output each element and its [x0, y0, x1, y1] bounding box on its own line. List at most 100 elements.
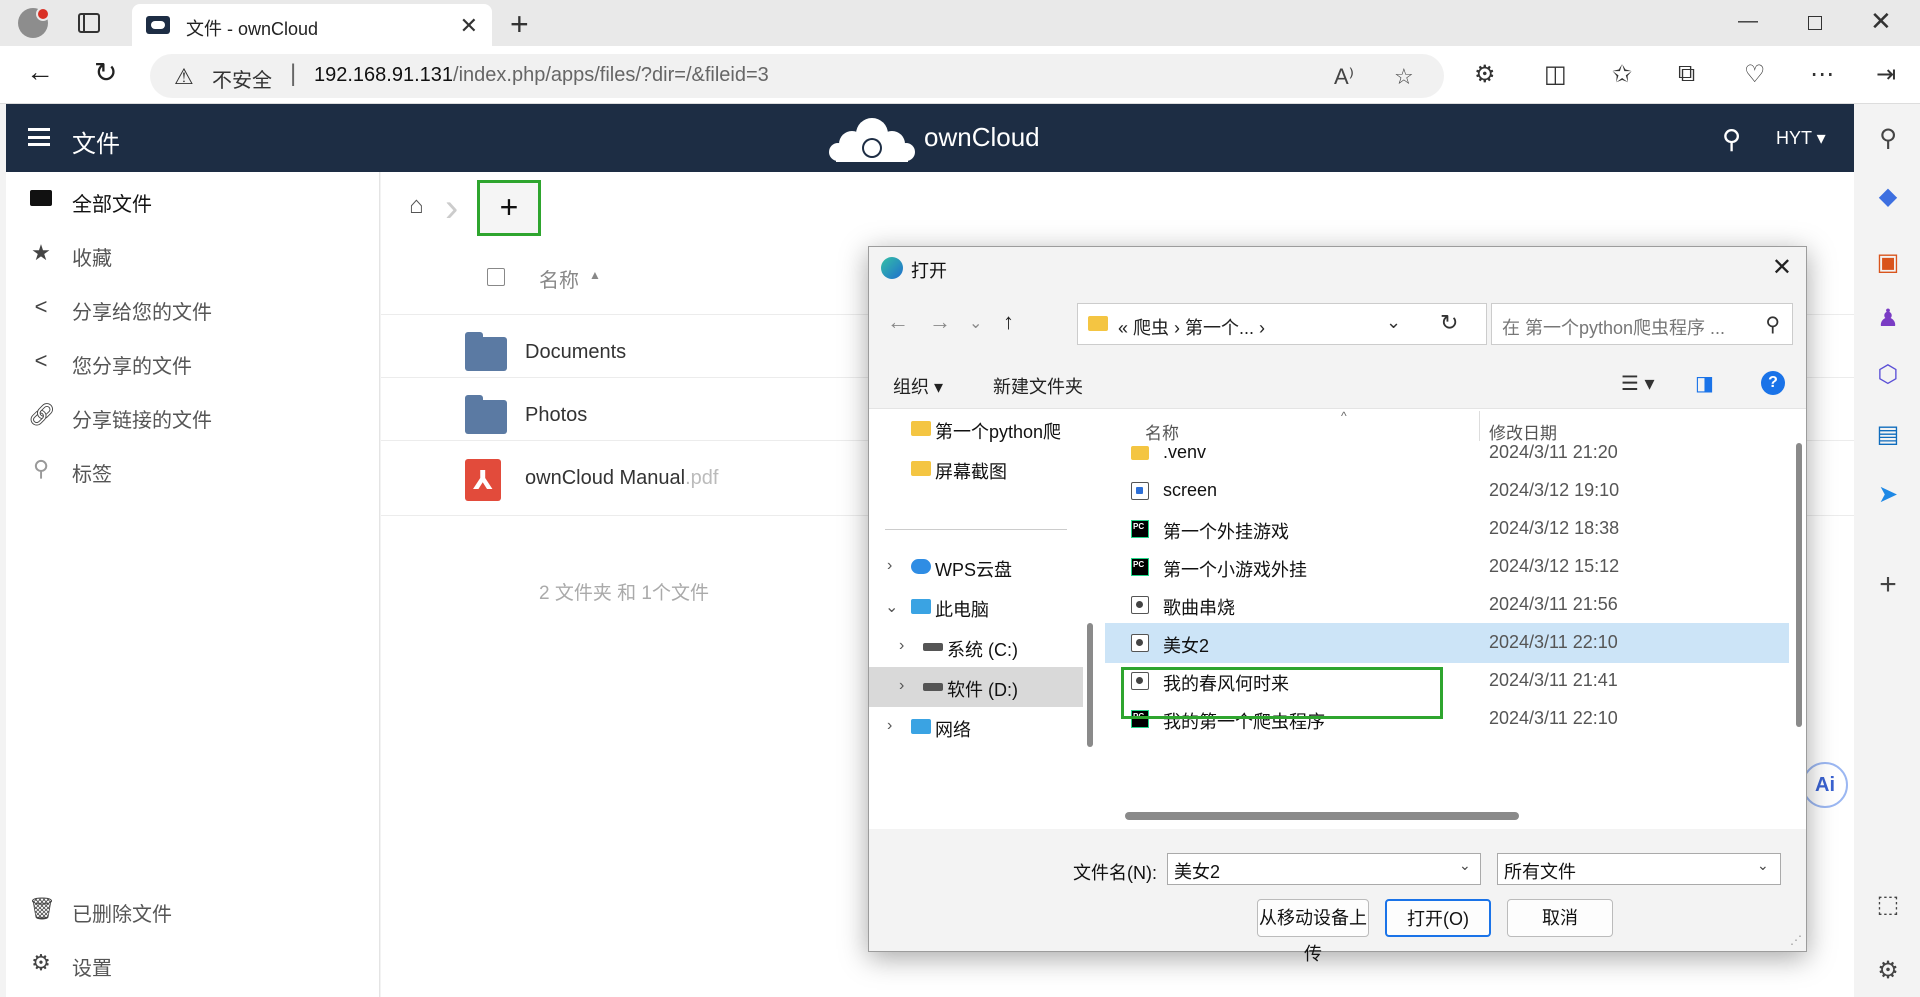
search-icon[interactable]: ⚲ [1874, 124, 1902, 153]
sidebar-toggle-icon[interactable]: ⇥ [1876, 60, 1896, 89]
tab-close-icon[interactable]: ✕ [460, 13, 478, 39]
address-bar[interactable]: ⚠ 不安全 | 192.168.91.131/index.php/apps/fi… [150, 54, 1444, 98]
read-aloud-icon[interactable]: A⁾ [1334, 64, 1354, 90]
help-icon[interactable]: ? [1761, 371, 1785, 395]
add-icon[interactable]: + [1874, 568, 1902, 602]
hamburger-menu-icon[interactable] [28, 128, 50, 146]
owncloud-logo-icon[interactable] [826, 114, 918, 164]
forward-arrow-icon[interactable]: → [929, 309, 951, 335]
tree-item[interactable]: 第一个python爬 [869, 409, 1083, 449]
window-close-button[interactable]: ✕ [1870, 6, 1892, 37]
chevron-right-icon[interactable]: › [887, 557, 892, 575]
warning-icon[interactable]: ⚠ [174, 64, 194, 90]
chevron-down-icon[interactable]: ⌄ [1757, 857, 1769, 874]
filetype-select[interactable]: 所有文件 [1497, 853, 1781, 885]
resize-grip-icon[interactable]: ⋰ [1790, 933, 1802, 947]
refresh-icon[interactable]: ↻ [1440, 310, 1458, 336]
shopping-tag-icon[interactable]: ◆ [1874, 182, 1902, 211]
sidebar-item-favorites[interactable]: ★ 收藏 [6, 226, 380, 280]
sidebar-item-all-files[interactable]: 全部文件 [6, 172, 380, 226]
file-name[interactable]: Photos [525, 404, 587, 427]
copilot-icon[interactable]: ⬡ [1874, 360, 1902, 389]
up-arrow-icon[interactable]: ↑ [1003, 309, 1014, 335]
chevron-down-icon[interactable]: ⌄ [885, 597, 898, 617]
url-text[interactable]: 192.168.91.131/index.php/apps/files/?dir… [314, 64, 769, 87]
file-name[interactable]: Documents [525, 341, 626, 364]
dialog-close-button[interactable]: ✕ [1772, 253, 1792, 282]
file-list-item[interactable]: 歌曲串烧 2024/3/11 21:56 [1105, 585, 1789, 625]
sidebar-item-settings[interactable]: ⚙ 设置 [6, 936, 380, 990]
filename-input[interactable]: 美女2 [1167, 853, 1481, 885]
back-arrow-icon[interactable]: ← [26, 56, 54, 88]
chevron-down-icon[interactable]: ⌄ [1386, 312, 1401, 333]
new-file-button[interactable]: + [477, 180, 541, 236]
dialog-search-input[interactable]: 在 第一个python爬虫程序 ... ⚲ [1491, 303, 1793, 345]
tree-item[interactable]: ⌄ 此电脑 [869, 587, 1083, 627]
tree-item[interactable]: › WPS云盘 [869, 547, 1083, 587]
chevron-right-icon[interactable]: › [887, 717, 892, 735]
split-screen-icon[interactable]: ◫ [1544, 60, 1567, 89]
path-bar[interactable]: « 爬虫 › 第一个... › ⌄ ↻ [1077, 303, 1487, 345]
chevron-right-icon[interactable]: › [899, 637, 904, 655]
sort-ascending-icon[interactable]: ▲ [589, 268, 601, 282]
search-icon[interactable]: ⚲ [1722, 124, 1741, 155]
sidebar-item-shared-with-you[interactable]: < 分享给您的文件 [6, 280, 380, 334]
search-icon[interactable]: ⚲ [1765, 312, 1780, 337]
file-name[interactable]: ownCloud Manual.pdf [525, 467, 718, 490]
outlook-icon[interactable]: ▤ [1874, 420, 1902, 449]
ai-assistant-icon[interactable]: Ai [1802, 762, 1848, 808]
new-folder-button[interactable]: 新建文件夹 [993, 373, 1083, 399]
file-list-item[interactable]: screen 2024/3/12 19:10 [1105, 471, 1789, 511]
file-list-item-selected[interactable]: 美女2 2024/3/11 22:10 [1105, 623, 1789, 663]
screenshot-icon[interactable]: ⬚ [1874, 890, 1902, 919]
file-list-item[interactable]: 第一个小游戏外挂 2024/3/12 15:12 [1105, 547, 1789, 587]
home-icon[interactable]: ⌂ [409, 192, 424, 220]
brand-name[interactable]: ownCloud [924, 122, 1040, 153]
file-list-vertical-scrollbar[interactable] [1793, 443, 1805, 823]
browser-essentials-icon[interactable]: ♡ [1744, 60, 1766, 89]
chevron-right-icon[interactable]: › [899, 677, 904, 695]
file-list-horizontal-scrollbar[interactable] [1115, 809, 1785, 821]
back-arrow-icon[interactable]: ← [887, 309, 909, 335]
preview-pane-icon[interactable]: ◨ [1695, 371, 1714, 396]
column-name-header[interactable]: 名称 [539, 264, 579, 293]
extensions-icon[interactable]: ⚙ [1474, 60, 1496, 89]
organize-button[interactable]: 组织 ▾ [893, 373, 943, 399]
tree-item[interactable]: › 软件 (D:) [869, 667, 1083, 707]
tools-icon[interactable]: ▣ [1874, 248, 1902, 277]
path-breadcrumb[interactable]: « 爬虫 › 第一个... › [1118, 314, 1265, 340]
upload-from-mobile-button[interactable]: 从移动设备上传 [1257, 899, 1369, 964]
sidebar-item-shared-by-you[interactable]: < 您分享的文件 [6, 334, 380, 388]
cancel-button[interactable]: 取消 [1507, 899, 1613, 937]
window-minimize-button[interactable]: — [1738, 10, 1758, 33]
browser-tab[interactable]: 文件 - ownCloud ✕ [132, 4, 492, 46]
profile-avatar[interactable] [18, 7, 50, 38]
file-list-item[interactable]: .venv 2024/3/11 21:20 [1105, 433, 1789, 473]
sidebar-item-tags[interactable]: ⚲ 标签 [6, 442, 380, 496]
more-menu-icon[interactable]: ⋯ [1810, 60, 1834, 89]
collections-icon[interactable]: ⧉ [1678, 60, 1695, 88]
view-options-icon[interactable]: ☰ ▾ [1621, 371, 1655, 396]
tree-item[interactable]: › 系统 (C:) [869, 627, 1083, 667]
send-icon[interactable]: ➤ [1874, 480, 1902, 509]
insecure-label[interactable]: 不安全 [212, 64, 272, 93]
tab-actions-icon[interactable] [78, 13, 100, 33]
user-menu[interactable]: HYT ▾ [1776, 128, 1826, 149]
window-restore-button[interactable] [1808, 16, 1822, 30]
favorites-icon[interactable]: ✩ [1612, 60, 1632, 89]
app-title[interactable]: 文件 [72, 124, 120, 159]
navigation-scrollbar[interactable] [1085, 409, 1095, 829]
tree-item[interactable]: 屏幕截图 [869, 449, 1083, 489]
games-icon[interactable]: ♟ [1874, 304, 1902, 333]
tree-item[interactable]: › 网络 [869, 707, 1083, 747]
sidebar-item-shared-by-link[interactable]: 🔗︎ 分享链接的文件 [6, 388, 380, 442]
recent-locations-icon[interactable]: ⌄ [969, 313, 982, 333]
chevron-down-icon[interactable]: ⌄ [1459, 857, 1471, 874]
open-button[interactable]: 打开(O) [1385, 899, 1491, 937]
file-list-item[interactable]: 第一个外挂游戏 2024/3/12 18:38 [1105, 509, 1789, 549]
favorite-star-icon[interactable]: ☆ [1394, 64, 1414, 90]
select-all-checkbox[interactable] [487, 268, 505, 286]
sidebar-item-deleted-files[interactable]: 🗑︎ 已删除文件 [6, 882, 380, 936]
gear-icon[interactable]: ⚙ [1874, 956, 1902, 985]
new-tab-button[interactable]: + [510, 6, 529, 43]
